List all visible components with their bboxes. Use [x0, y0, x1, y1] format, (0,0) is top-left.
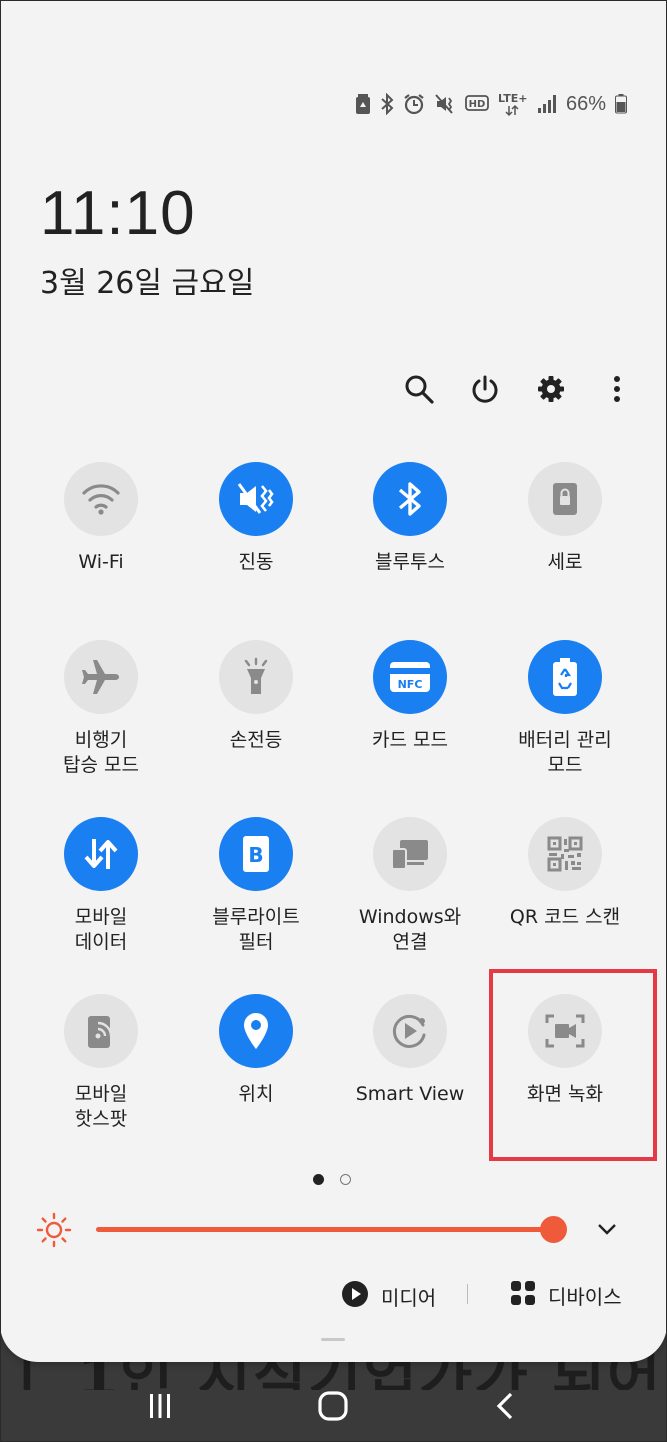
frame-border [0, 0, 667, 1442]
